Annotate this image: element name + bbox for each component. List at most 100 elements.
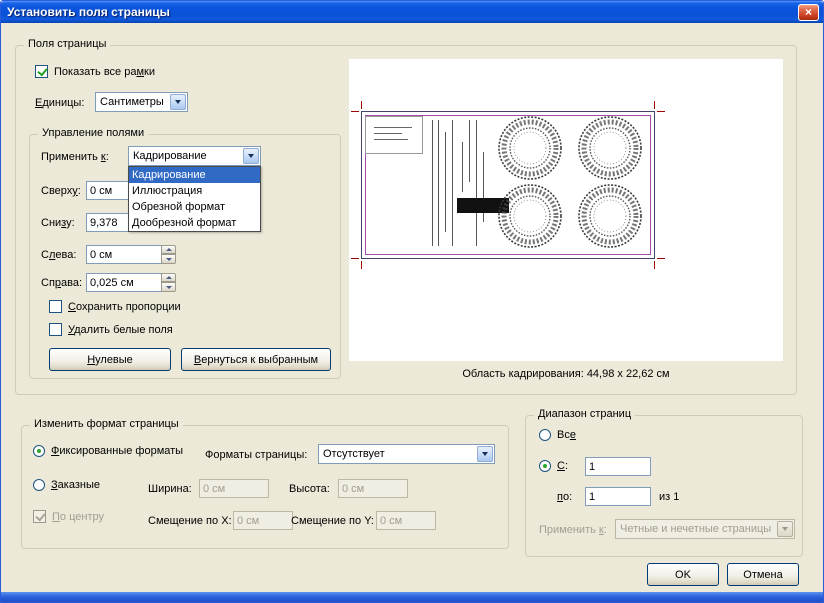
spin-up-button[interactable] [161, 273, 176, 282]
page-sizes-dropdown-value: Отсутствует [323, 448, 385, 460]
custom-size-label: Заказные [51, 479, 100, 491]
preview-text-line [374, 133, 402, 134]
page-preview-panel [349, 59, 783, 361]
range-apply-to-dropdown-value: Четные и нечетные страницы [620, 523, 772, 535]
offset-x-label: Смещение по X: [148, 515, 232, 527]
arrow-down-icon [165, 285, 172, 289]
checkbox-box [35, 65, 48, 78]
center-label: По центру [52, 510, 104, 523]
preview-text-column-bar [432, 120, 433, 246]
page-sizes-dropdown[interactable]: Отсутствует [318, 444, 495, 464]
arrow-up-icon [165, 248, 172, 251]
dropdown-arrow-button[interactable] [243, 148, 259, 164]
to-page-input[interactable] [585, 487, 651, 506]
show-all-boxes-label: Показать все рамки [54, 65, 155, 78]
range-apply-to-label: Применить к: [539, 524, 607, 536]
right-margin-input[interactable] [86, 273, 162, 292]
revert-to-selection-button[interactable]: Вернуться к выбранным [181, 348, 331, 371]
custom-size-radio[interactable]: Заказные [33, 479, 100, 491]
preview-text-column-bar [438, 120, 439, 246]
from-page-radio[interactable]: С: [539, 460, 568, 472]
arrow-up-icon [165, 276, 172, 279]
of-pages-label: из 1 [659, 491, 680, 503]
dropdown-arrow-button[interactable] [477, 446, 493, 462]
chevron-down-icon [482, 452, 488, 456]
dropdown-arrow-button[interactable] [170, 94, 186, 110]
left-margin-label: Слева: [41, 249, 77, 261]
spin-down-button[interactable] [161, 254, 176, 264]
checkbox-box [33, 510, 46, 523]
radio-dot-icon [37, 449, 41, 453]
preview-text-column-bar [452, 120, 453, 246]
offset-y-label: Смещение по Y: [291, 515, 374, 527]
radio-circle [33, 479, 45, 491]
preview-info-box [365, 116, 423, 154]
ok-button-label: OK [675, 568, 691, 581]
fixed-sizes-radio[interactable]: Фиксированные форматы [33, 445, 183, 457]
apply-to-label: Применить к: [41, 151, 109, 163]
apply-to-dropdown[interactable]: Кадрирование [128, 146, 261, 166]
preview-text-line [374, 127, 412, 128]
dropdown-arrow-button [777, 521, 793, 537]
spin-up-button[interactable] [161, 245, 176, 254]
checkbox-box [49, 323, 62, 336]
center-checkbox: По центру [33, 510, 104, 523]
set-to-zero-button[interactable]: Нулевые [49, 348, 171, 371]
window-bottom-frame [1, 592, 823, 602]
preview-text-column-bar [469, 120, 470, 182]
ornament-wreath-3 [498, 184, 562, 248]
crop-area-caption: Область кадрирования: 44,98 x 22,62 см [462, 368, 670, 380]
spin-down-button[interactable] [161, 282, 176, 292]
page-sizes-label: Форматы страницы: [205, 449, 308, 461]
all-pages-radio[interactable]: Все [539, 429, 576, 441]
preview-page [351, 101, 665, 269]
page-boxes-group-title: Поля страницы [24, 38, 111, 50]
show-all-boxes-checkbox[interactable]: Показать все рамки [35, 65, 155, 78]
chevron-down-icon [248, 154, 254, 158]
crop-tick [361, 101, 362, 109]
close-button[interactable]: × [798, 4, 819, 21]
close-icon: × [804, 5, 812, 19]
dropdown-option-trim[interactable]: Обрезной формат [129, 199, 260, 215]
page-range-group-title: Диапазон страниц [534, 408, 636, 420]
all-pages-label: Все [557, 429, 576, 441]
revert-to-selection-button-label: Вернуться к выбранным [193, 353, 319, 366]
crop-tick [654, 101, 655, 109]
preview-text-column-bar [476, 120, 477, 246]
from-page-input[interactable] [585, 457, 651, 476]
arrow-down-icon [165, 257, 172, 261]
title-bar[interactable]: Установить поля страницы × [1, 1, 823, 23]
units-label: Единицы: [35, 97, 85, 109]
preview-text-column-bar [462, 142, 463, 192]
ok-button[interactable]: OK [647, 563, 719, 586]
dropdown-option-art[interactable]: Иллюстрация [129, 183, 260, 199]
radio-circle [539, 460, 551, 472]
apply-to-dropdown-value: Кадрирование [133, 150, 207, 162]
top-margin-label: Сверху: [41, 185, 81, 197]
preview-text-line [374, 139, 408, 140]
constrain-proportions-checkbox[interactable]: Сохранить пропорции [49, 300, 181, 313]
ornament-wreath-4 [578, 184, 642, 248]
dropdown-option-crop[interactable]: Кадрирование [129, 167, 260, 183]
range-apply-to-dropdown: Четные и нечетные страницы [615, 519, 795, 539]
from-page-label: С: [557, 460, 569, 472]
left-margin-input[interactable] [86, 245, 162, 264]
crop-tick [361, 261, 362, 269]
check-icon [35, 510, 46, 522]
units-dropdown[interactable]: Сантиметры [95, 92, 188, 112]
crop-tick [351, 111, 359, 112]
remove-white-margins-checkbox[interactable]: Удалить белые поля [49, 323, 173, 336]
right-margin-spinner [161, 273, 176, 292]
crop-tick [657, 111, 665, 112]
chevron-down-icon [782, 527, 788, 531]
right-margin-label: Справа: [41, 277, 83, 289]
remove-white-margins-label: Удалить белые поля [68, 323, 173, 336]
cancel-button-label: Отмена [743, 568, 783, 581]
set-to-zero-button-label: Нулевые [87, 353, 133, 366]
dialog-title: Установить поля страницы [7, 5, 170, 19]
dropdown-option-bleed[interactable]: Дообрезной формат [129, 215, 260, 231]
to-page-label: по: [557, 491, 573, 503]
chevron-down-icon [175, 100, 181, 104]
cancel-button[interactable]: Отмена [727, 563, 799, 586]
fixed-sizes-label: Фиксированные форматы [51, 445, 184, 457]
